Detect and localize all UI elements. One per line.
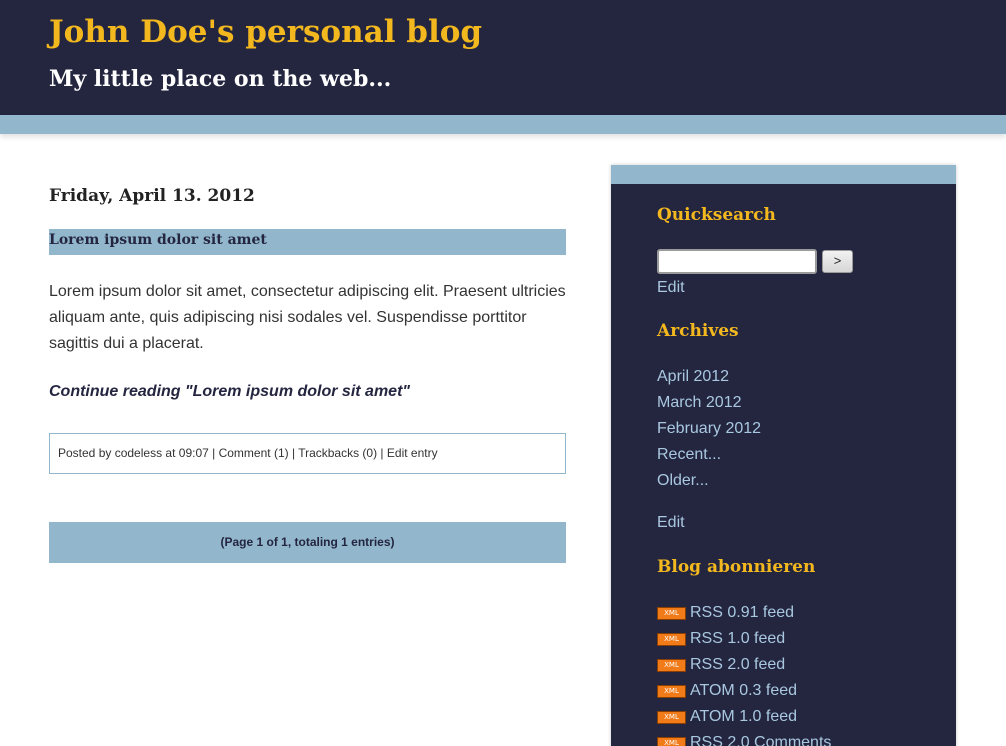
quicksearch-edit-link[interactable]: Edit	[657, 279, 685, 297]
feed-item: XML ATOM 1.0 feed	[657, 708, 797, 726]
pagination-info: (Page 1 of 1, totaling 1 entries)	[49, 522, 566, 563]
site-header: John Doe's personal blog My little place…	[0, 0, 1006, 115]
post-title-link[interactable]: Lorem ipsum dolor sit amet	[49, 232, 267, 248]
sidebar: Quicksearch > Edit Archives April 2012 M…	[611, 165, 956, 746]
archive-link[interactable]: April 2012	[657, 368, 729, 386]
quicksearch-input[interactable]	[657, 249, 817, 274]
post-time-link[interactable]: 09:07	[179, 446, 209, 460]
xml-feed-icon[interactable]: XML	[657, 710, 686, 724]
header-accent-bar	[0, 115, 1006, 134]
trackbacks-link[interactable]: Trackbacks (0)	[298, 446, 377, 460]
feed-item: XML RSS 1.0 feed	[657, 630, 785, 648]
post-body: Lorem ipsum dolor sit amet, consectetur …	[49, 283, 566, 352]
archives-title: Archives	[657, 321, 739, 341]
quicksearch-submit-button[interactable]: >	[822, 250, 853, 273]
feed-item: XML RSS 2.0 Comments	[657, 734, 831, 746]
posted-by-label: Posted by	[58, 446, 115, 460]
feed-item: XML ATOM 0.3 feed	[657, 682, 797, 700]
separator: |	[208, 446, 219, 460]
separator: |	[288, 446, 299, 460]
feed-item: XML RSS 0.91 feed	[657, 604, 794, 622]
sidebar-accent-bar	[611, 165, 956, 184]
site-subtitle: My little place on the web...	[49, 66, 392, 92]
xml-feed-icon[interactable]: XML	[657, 736, 686, 746]
site-title[interactable]: John Doe's personal blog	[49, 14, 482, 50]
subscribe-title: Blog abonnieren	[657, 557, 816, 577]
xml-feed-icon[interactable]: XML	[657, 658, 686, 672]
comment-link[interactable]: Comment (1)	[219, 446, 289, 460]
feed-link[interactable]: RSS 2.0 Comments	[690, 734, 831, 746]
quicksearch-title: Quicksearch	[657, 205, 776, 225]
at-label: at	[162, 446, 179, 460]
feed-link[interactable]: RSS 0.91 feed	[690, 604, 794, 621]
continue-reading-link[interactable]: Continue reading "Lorem ipsum dolor sit …	[49, 383, 566, 401]
archive-link[interactable]: Older...	[657, 472, 709, 490]
feed-link[interactable]: ATOM 0.3 feed	[690, 682, 797, 699]
author-link[interactable]: codeless	[115, 446, 162, 460]
xml-feed-icon[interactable]: XML	[657, 632, 686, 646]
separator: |	[377, 446, 387, 460]
edit-entry-link[interactable]: Edit entry	[387, 446, 438, 460]
post-footer: Posted by codeless at 09:07 | Comment (1…	[49, 433, 566, 474]
feed-link[interactable]: ATOM 1.0 feed	[690, 708, 797, 725]
xml-feed-icon[interactable]: XML	[657, 684, 686, 698]
post-title: Lorem ipsum dolor sit amet	[49, 229, 566, 255]
archive-link[interactable]: February 2012	[657, 420, 761, 438]
archives-edit-link[interactable]: Edit	[657, 514, 685, 532]
feed-item: XML RSS 2.0 feed	[657, 656, 785, 674]
archive-link[interactable]: March 2012	[657, 394, 742, 412]
archive-link[interactable]: Recent...	[657, 446, 721, 464]
feed-link[interactable]: RSS 1.0 feed	[690, 630, 785, 647]
main-content: Friday, April 13. 2012 Lorem ipsum dolor…	[49, 186, 566, 563]
post-date: Friday, April 13. 2012	[49, 186, 255, 206]
feed-link[interactable]: RSS 2.0 feed	[690, 656, 785, 673]
xml-feed-icon[interactable]: XML	[657, 606, 686, 620]
